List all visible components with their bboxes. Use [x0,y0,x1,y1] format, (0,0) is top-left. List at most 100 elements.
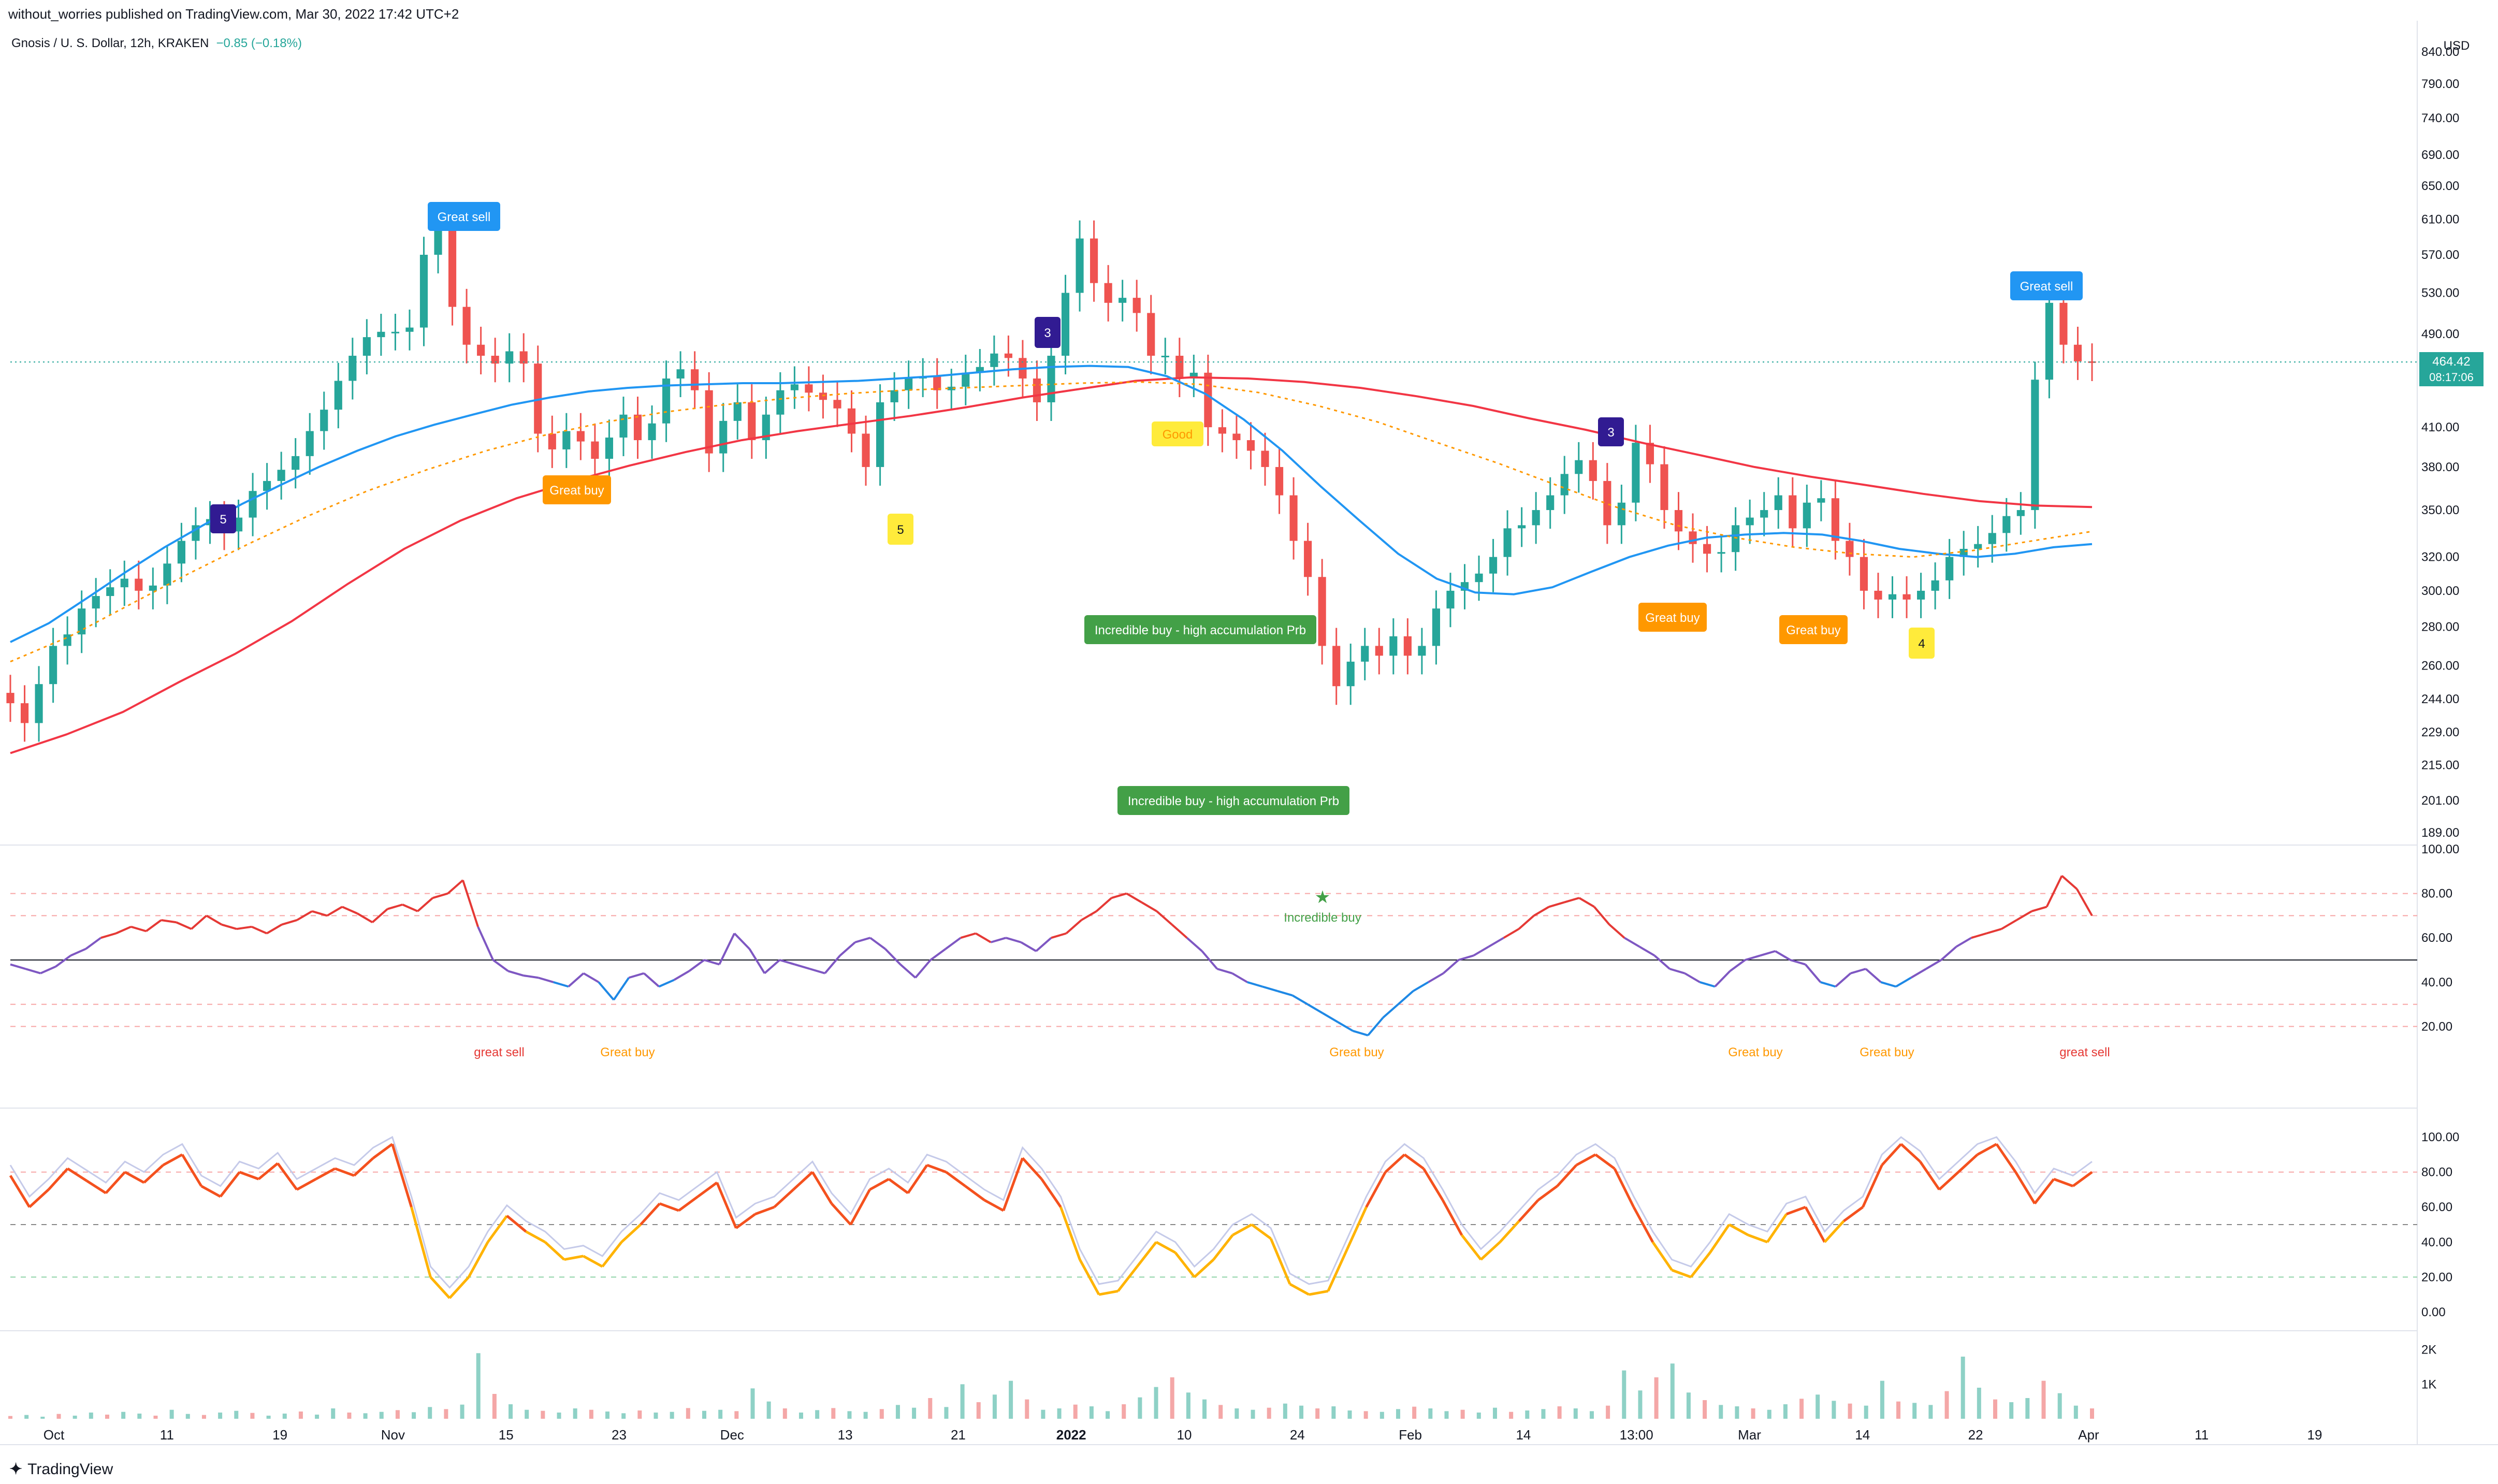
candle [1375,646,1383,656]
chart-svg[interactable]: great sell Great buy Incredible buy Great b… [0,0,2498,1484]
volume-bar [1396,1409,1400,1419]
rsi-segment [1428,972,1444,983]
rsi-segment [1940,945,1957,961]
rsi-segment [1382,1003,1399,1019]
candle [448,229,457,307]
candle [633,414,642,441]
rsi-segment [432,892,448,899]
candle [334,381,342,410]
stoch-segment [219,1171,241,1198]
rsi-segment [312,910,328,917]
rsi-pane[interactable]: great sell Great buy Incredible buy Great b… [10,875,2417,1059]
candle [1789,495,1797,529]
candle [1589,460,1597,481]
stoch-segment [1786,1205,1806,1216]
rsi-signal-label: great sell [474,1045,524,1059]
rsi-segment [2045,875,2063,908]
rsi-segment [945,937,962,950]
rsi-segment [2001,919,2017,930]
volume-bar [1041,1409,1045,1419]
volume-pane[interactable] [8,1353,2094,1419]
signal-text: Great sell [2020,280,2073,294]
candle [405,327,414,332]
rsi-segment [854,937,870,943]
rsi-segment [809,968,825,974]
rsi-segment [1443,959,1459,974]
candle [562,431,571,449]
stoch-segment [601,1241,623,1268]
volume-bar [1509,1412,1514,1419]
time-axis-tick: 14 [1516,1427,1531,1443]
rsi-signal-label: great sell [2059,1045,2110,1059]
volume-bar [1622,1370,1626,1419]
rsi-segment [1065,919,1082,935]
rsi-segment [538,977,554,983]
stoch-segment [544,1241,565,1261]
rsi-signal-label: Great buy [1728,1045,1782,1059]
rsi-segment [206,914,222,926]
volume-bar [589,1409,593,1419]
stochastic-pane[interactable] [9,1136,2417,1299]
currency-label: USD [2444,39,2470,53]
volume-bar [1202,1399,1207,1419]
rsi-segment [613,977,630,1001]
candle [434,229,442,255]
candle [962,372,970,387]
candle [120,578,128,588]
rsi-segment [748,948,766,974]
candle [876,402,884,467]
candle [1674,510,1683,532]
star-icon: ★ [1315,888,1330,907]
candle [1831,498,1839,541]
rsi-segment [583,972,600,983]
volume-bar [1428,1408,1433,1419]
rsi-segment [1578,897,1595,908]
rsi-segment [628,972,645,979]
volume-bar [1783,1404,1788,1419]
stoch-segment [1804,1206,1826,1243]
rsi-segment [1186,937,1203,952]
volume-bar [1573,1408,1578,1419]
stoch-segment [1613,1168,1635,1208]
candle [78,608,86,635]
volume-bar [1089,1406,1094,1419]
candle [1318,577,1326,646]
candle [1161,356,1169,358]
price-axis-tick: 350.00 [2421,503,2459,517]
rsi-segment [1503,928,1520,939]
rsi-segment [1804,964,1822,983]
stoch-segment [1059,1206,1081,1260]
candle [1033,378,1041,402]
candle [377,331,385,338]
rsi-segment [1895,977,1912,988]
volume-bar [137,1414,142,1419]
rsi-segment [2016,910,2032,921]
volume-bar [72,1416,77,1419]
candle [1090,238,1098,283]
candle [6,693,14,704]
rsi-segment [281,919,298,926]
volume-bar [282,1414,287,1419]
stoch-segment [162,1153,183,1167]
footer-brand[interactable]: ✦ TradingView [9,1460,113,1478]
volume-bar [686,1408,690,1419]
stoch-segment [1900,1143,1921,1163]
candle [1304,541,1312,577]
rsi-segment [884,948,902,965]
rsi-segment [1986,928,2002,935]
candle [249,491,257,518]
stoch-segment [1269,1238,1291,1285]
candle [1546,495,1555,511]
stoch-segment [1155,1241,1176,1254]
volume-bar [1412,1406,1417,1419]
volume-bar [1444,1411,1449,1419]
signal-text: 4 [1918,637,1925,651]
rsi-segment [1051,932,1067,939]
candle [1603,481,1611,526]
rsi-segment [869,937,886,950]
candle [905,378,913,390]
rsi-segment [130,925,147,933]
stoch-axis-tick: 80.00 [2421,1166,2452,1180]
candle [1560,474,1568,496]
signal-text: 3 [1607,426,1614,440]
